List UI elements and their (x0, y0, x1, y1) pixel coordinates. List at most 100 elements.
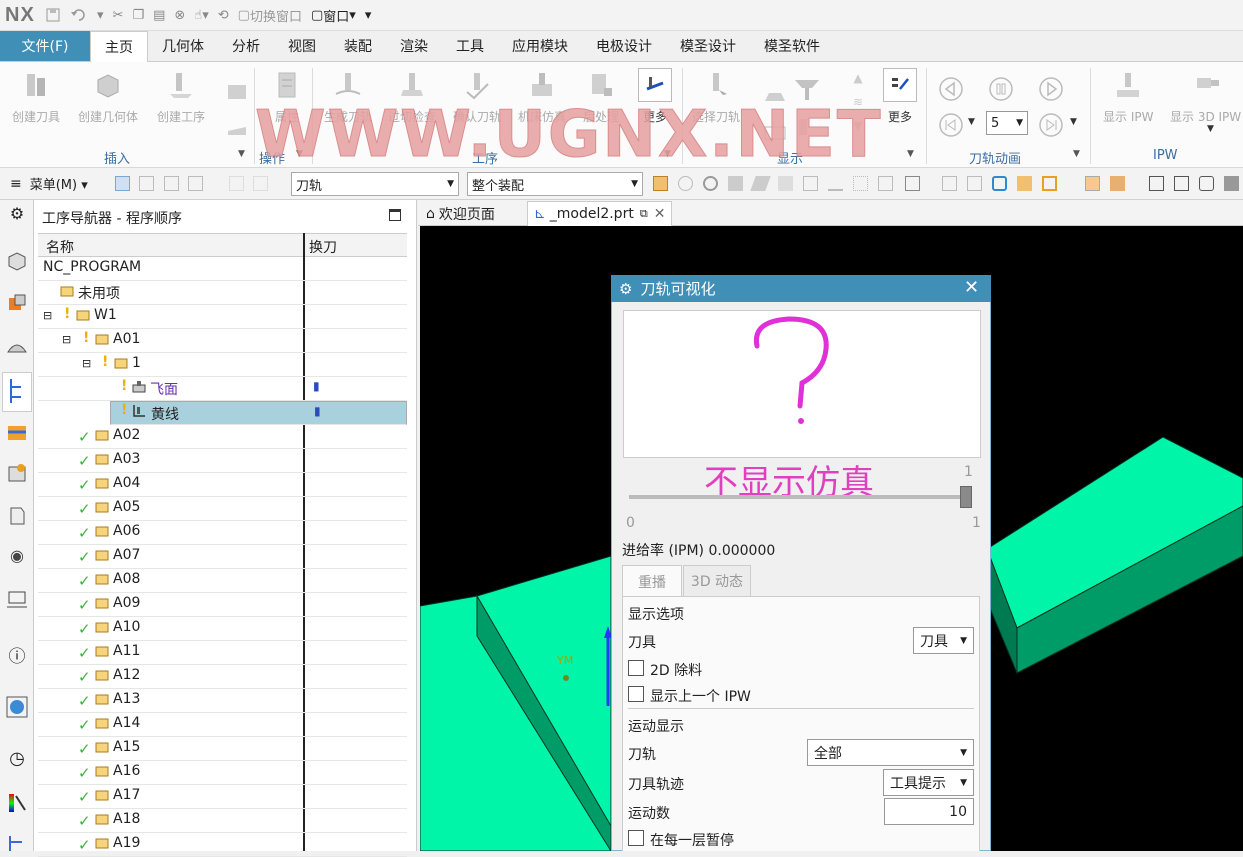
more-button-2[interactable]: 更多 (883, 68, 917, 125)
tree-node-program[interactable]: ✓ A06 (38, 521, 407, 545)
group-insert-dropdown-icon[interactable]: ▼ (238, 149, 245, 159)
tree-node-program[interactable]: ✓ A19 (38, 833, 407, 857)
tab-file[interactable]: 文件(F) (0, 31, 90, 61)
view-icon-2[interactable] (1174, 176, 1189, 191)
tab-mold-design[interactable]: 模圣设计 (666, 31, 750, 61)
undo-icon[interactable] (70, 7, 88, 23)
roles-icon[interactable] (6, 504, 28, 526)
system-materials-icon[interactable] (6, 834, 28, 856)
dialog-title-bar[interactable]: ⚙ 刀轨可视化 (611, 275, 991, 302)
tab-welcome-page[interactable]: ⌂ 欢迎页面 (420, 201, 501, 226)
column-name-header[interactable]: 名称 (46, 237, 74, 257)
info-icon[interactable]: ⓘ (6, 642, 28, 667)
tree-node-op-line[interactable]: 黄线 ▮ (110, 401, 407, 425)
tree-node-root[interactable]: NC_PROGRAM (38, 257, 407, 281)
snap-icon-8[interactable] (828, 176, 843, 191)
close-tab-icon[interactable]: ✕ (654, 206, 666, 222)
tab-3d-dynamic[interactable]: 3D 动态 (683, 565, 751, 596)
tree-node-program[interactable]: ✓ A11 (38, 641, 407, 665)
dialog-close-icon[interactable]: ✕ (964, 277, 979, 298)
tree-node-group1[interactable]: ⊟ ! 1 (38, 353, 407, 377)
motion-count-input[interactable]: 10 (884, 798, 974, 825)
tree-node-program[interactable]: ✓ A12 (38, 665, 407, 689)
tool-display-select[interactable]: 刀具 ▼ (913, 627, 974, 654)
tree-node-unused[interactable]: 未用项 (38, 281, 407, 305)
select-icon-6[interactable] (253, 176, 268, 191)
snap-icon-3[interactable] (703, 176, 718, 191)
tree-node-program[interactable]: ✓ A05 (38, 497, 407, 521)
dialog-settings-icon[interactable]: ⚙ (619, 280, 632, 298)
show-3d-ipw-dropdown-icon[interactable]: ▼ (1207, 124, 1214, 134)
group-animation-dropdown-icon[interactable]: ▼ (1073, 149, 1080, 159)
copy-icon[interactable]: ❐ (132, 8, 144, 23)
menu-button[interactable]: 菜单(M) ▾ (30, 174, 88, 193)
touch-mode-icon[interactable]: ☝▾ (194, 8, 208, 23)
scope-filter-select[interactable]: 整个装配 ▼ (467, 172, 643, 196)
snap-icon-18[interactable] (1110, 176, 1125, 191)
part-navigator-icon[interactable] (6, 336, 28, 358)
tree-node-program[interactable]: ✓ A04 (38, 473, 407, 497)
collapse-icon[interactable]: ⊟ (82, 357, 91, 370)
constraint-navigator-icon[interactable] (6, 292, 28, 314)
chevron-down-icon[interactable]: ▾ (97, 8, 104, 23)
snap-icon-13[interactable] (967, 176, 982, 191)
type-filter-select[interactable]: 刀轨 ▼ (291, 172, 459, 196)
group-display-dropdown-icon[interactable]: ▼ (907, 149, 914, 159)
step-back-button[interactable] (934, 108, 968, 148)
palette-icon[interactable] (6, 792, 28, 814)
customize-dropdown-icon[interactable]: ▾ (365, 8, 372, 23)
step-forward-dropdown-icon[interactable]: ▼ (1070, 117, 1077, 127)
web-browser-icon[interactable] (6, 696, 28, 718)
play-button[interactable] (1034, 72, 1068, 112)
insert-extra2-icon[interactable] (220, 112, 254, 152)
snap-icon-7[interactable] (803, 176, 818, 191)
create-geometry-button[interactable]: 创建几何体 (78, 68, 138, 125)
snap-icon-4[interactable] (728, 176, 743, 191)
tab-view[interactable]: 视图 (274, 31, 330, 61)
tab-render[interactable]: 渲染 (386, 31, 442, 61)
tree-node-op-face[interactable]: ! 飞面 ▮ (38, 377, 407, 401)
snap-icon-2[interactable] (678, 176, 693, 191)
select-icon-1[interactable] (115, 176, 130, 191)
tree-node-program[interactable]: ✓ A18 (38, 809, 407, 833)
select-icon-5[interactable] (229, 176, 244, 191)
animation-slider-thumb[interactable] (960, 486, 972, 508)
step-back-dropdown-icon[interactable]: ▼ (968, 117, 975, 127)
view-icon-3[interactable] (1199, 176, 1214, 191)
snap-icon-11[interactable] (905, 176, 920, 191)
tree-node-program[interactable]: ✓ A14 (38, 713, 407, 737)
collapse-icon[interactable]: ⊟ (62, 333, 71, 346)
checkbox-show-previous-ipw[interactable] (628, 686, 644, 702)
tree-node-program[interactable]: ✓ A03 (38, 449, 407, 473)
view-icon-1[interactable] (1149, 176, 1164, 191)
checkbox-2d-removal[interactable] (628, 660, 644, 676)
pause-button[interactable] (984, 72, 1018, 112)
repeat-command-icon[interactable]: ⟲ (218, 8, 229, 23)
tab-applications[interactable]: 应用模块 (498, 31, 582, 61)
snap-icon-1[interactable] (653, 176, 668, 191)
tree-node-program[interactable]: ✓ A16 (38, 761, 407, 785)
animation-speed-select[interactable]: 5 ▼ (986, 111, 1028, 135)
tab-analysis[interactable]: 分析 (218, 31, 274, 61)
machine-tool-navigator-icon[interactable] (6, 422, 28, 444)
collapse-icon[interactable]: ⊟ (43, 309, 52, 322)
tree-node-program[interactable]: ✓ A13 (38, 689, 407, 713)
tree-node-program[interactable]: ✓ A02 (38, 425, 407, 449)
column-tool-change-header[interactable]: 换刀 (309, 237, 337, 257)
tab-assembly[interactable]: 装配 (330, 31, 386, 61)
snap-icon-6[interactable] (778, 176, 793, 191)
save-icon[interactable] (45, 7, 61, 23)
rewind-button[interactable] (934, 72, 968, 112)
tree-node-a01[interactable]: ⊟ ! A01 (38, 329, 407, 353)
tab-tools[interactable]: 工具 (442, 31, 498, 61)
tree-node-w1[interactable]: ⊟ ! W1 (38, 305, 407, 329)
manufacturing-feature-icon[interactable] (6, 462, 28, 484)
snap-icon-17[interactable] (1085, 176, 1100, 191)
clock-icon[interactable]: ◷ (6, 748, 28, 770)
show-ipw-button[interactable]: 显示 IPW (1103, 68, 1153, 125)
tree-node-program[interactable]: ✓ A10 (38, 617, 407, 641)
tab-geometry[interactable]: 几何体 (148, 31, 218, 61)
snap-icon-12[interactable] (942, 176, 957, 191)
snap-icon-9[interactable] (853, 176, 868, 191)
tree-node-program[interactable]: ✓ A17 (38, 785, 407, 809)
